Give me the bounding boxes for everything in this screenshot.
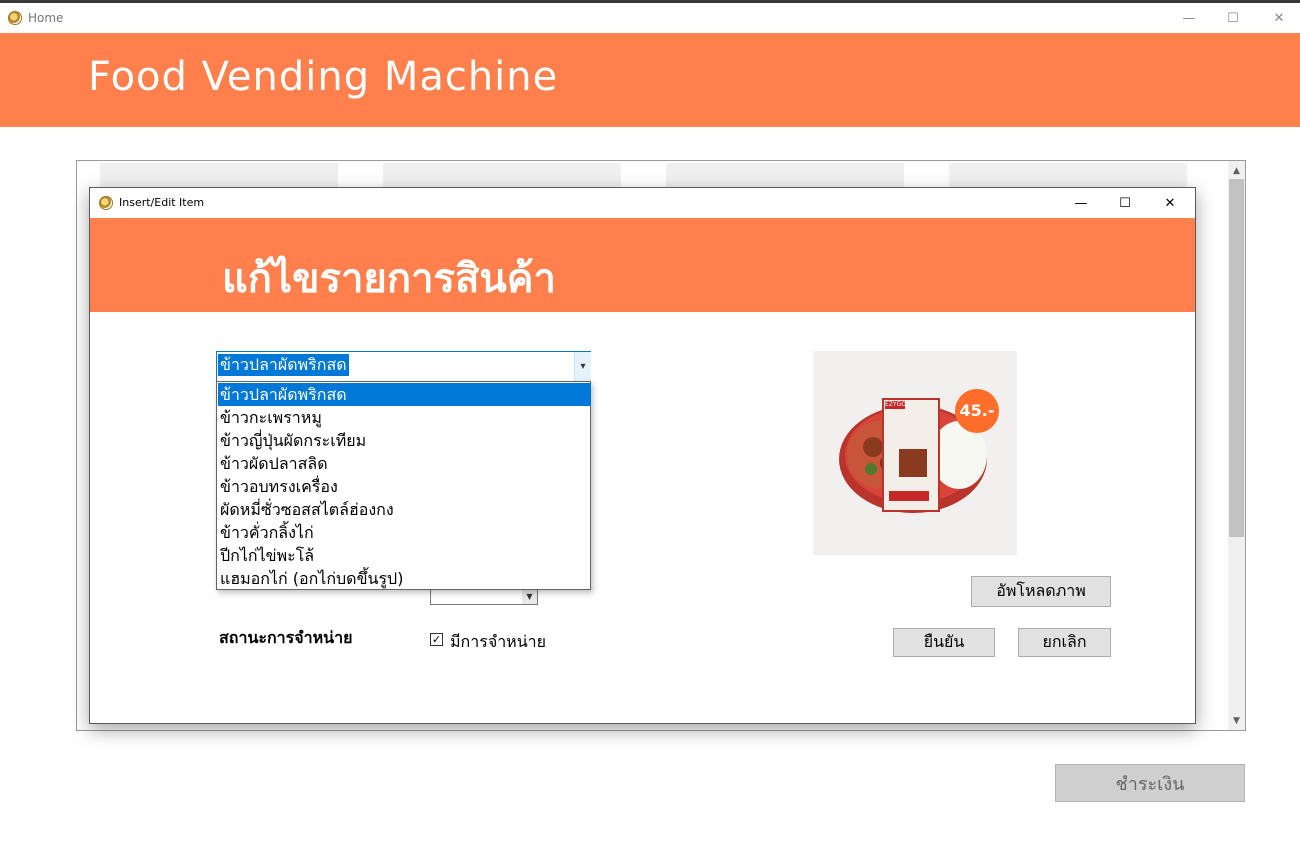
dialog-app-icon: [99, 196, 113, 210]
brand-label: EZYGO: [885, 401, 906, 408]
app-title: Food Vending Machine: [88, 54, 559, 100]
chevron-down-icon[interactable]: ▾: [574, 352, 591, 381]
menu-card[interactable]: [100, 163, 338, 187]
upload-image-button[interactable]: อัพโหลดภาพ: [971, 576, 1111, 607]
scrollbar-thumb[interactable]: [1229, 179, 1244, 537]
app-icon: [8, 11, 22, 25]
scroll-up-icon[interactable]: ▲: [1228, 162, 1245, 179]
confirm-button[interactable]: ยืนยัน: [893, 628, 995, 657]
dropdown-option[interactable]: ข้าวกะเพราหมู: [218, 406, 591, 429]
close-button[interactable]: ✕: [1256, 3, 1300, 33]
dialog-title: Insert/Edit Item: [119, 196, 205, 209]
main-window-title: Home: [28, 11, 64, 25]
spin-down-icon[interactable]: ▼: [522, 588, 537, 604]
dialog-minimize-button[interactable]: —: [1058, 188, 1104, 218]
menu-card[interactable]: [383, 163, 621, 187]
dialog-titlebar[interactable]: Insert/Edit Item — ☐ ✕: [90, 188, 1195, 218]
scroll-down-icon[interactable]: ▼: [1228, 712, 1245, 729]
pay-button[interactable]: ชำระเงิน: [1055, 764, 1245, 802]
minimize-button[interactable]: —: [1166, 3, 1212, 33]
dialog-maximize-button[interactable]: ☐: [1102, 188, 1148, 218]
item-dropdown-list[interactable]: ข้าวปลาผัดพริกสด ข้าวกะเพราหมู ข้าวญี่ปุ…: [216, 381, 591, 590]
main-titlebar[interactable]: Home — ☐ ✕: [0, 3, 1300, 33]
dropdown-option[interactable]: ข้าวคั่วกลิ้งไก่: [218, 521, 591, 544]
dropdown-option[interactable]: ผัดหมี่ซั่วซอสสไตล์ฮ่องกง: [218, 498, 591, 521]
maximize-button[interactable]: ☐: [1210, 3, 1256, 33]
dialog-header-title: แก้ไขรายการสินค้า: [222, 256, 556, 302]
sale-status-checkbox[interactable]: ✓: [430, 633, 443, 646]
dialog-close-button[interactable]: ✕: [1147, 188, 1193, 218]
dropdown-option[interactable]: ข้าวผัดปลาสลิด: [218, 452, 591, 475]
dropdown-option[interactable]: ข้าวอบทรงเครื่อง: [218, 475, 591, 498]
product-image: 45.- EZYGO: [813, 351, 1017, 555]
price-badge: 45.-: [959, 401, 995, 420]
cancel-button[interactable]: ยกเลิก: [1018, 628, 1111, 657]
combobox-selected-text[interactable]: ข้าวปลาผัดพริกสด: [218, 354, 349, 376]
sale-status-checkbox-label[interactable]: มีการจำหน่าย: [450, 630, 546, 655]
menu-card[interactable]: [949, 163, 1187, 187]
dropdown-option[interactable]: ข้าวญี่ปุ่นผัดกระเทียม: [218, 429, 591, 452]
dropdown-option[interactable]: แฮมอกไก่ (อกไก่บดขึ้นรูป): [218, 567, 591, 590]
sale-status-label: สถานะการจำหน่าย: [219, 628, 353, 647]
menu-card[interactable]: [666, 163, 904, 187]
dropdown-option[interactable]: ปีกไก่ไข่พะโล้: [218, 544, 591, 567]
dropdown-option[interactable]: ข้าวปลาผัดพริกสด: [218, 383, 591, 406]
food-tray-illustration: [839, 389, 999, 513]
